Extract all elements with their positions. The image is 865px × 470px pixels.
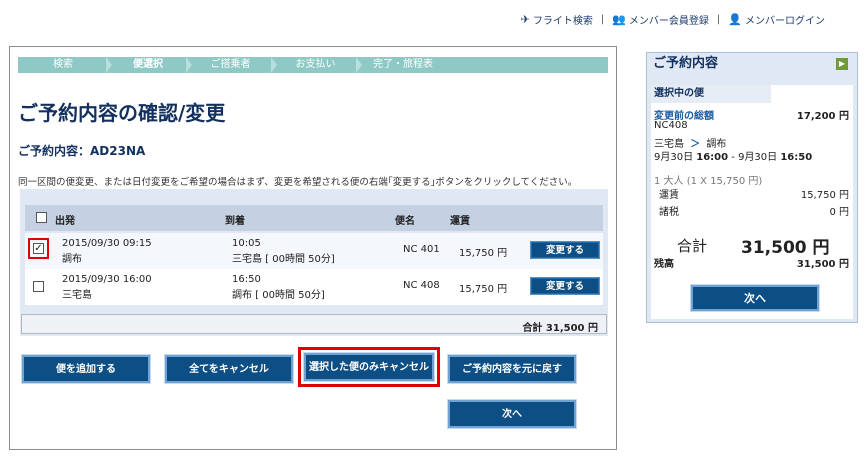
side-next-button[interactable]: 次へ bbox=[691, 285, 819, 311]
arrival-place: 三宅島 [ 00時間 50分] bbox=[232, 254, 335, 265]
arrival-time: 10:05 bbox=[232, 238, 261, 249]
flight-times: 9月30日 16:00 - 9月30日 16:50 bbox=[654, 152, 813, 163]
top-links: ✈ フライト検索 | 👥 メンバー会員登録 | 👤 メンバーログイン bbox=[520, 12, 825, 27]
flight-number: NC 408 bbox=[403, 280, 440, 291]
header-departure: 出発 bbox=[55, 216, 75, 227]
arrow-right-icon[interactable]: ▶ bbox=[836, 58, 848, 70]
departure-time: 2015/09/30 09:15 bbox=[62, 238, 152, 249]
member-login-link[interactable]: 👤 メンバーログイン bbox=[728, 12, 825, 27]
step-payment: お支払い bbox=[273, 57, 362, 73]
row-checkbox[interactable]: ✓ bbox=[33, 243, 44, 254]
balance-value: 31,500 円 bbox=[796, 259, 849, 270]
flight-number: NC 401 bbox=[403, 244, 440, 255]
departure-place: 三宅島 bbox=[62, 290, 92, 301]
header-flight: 便名 bbox=[395, 216, 415, 227]
before-total-value: 17,200 円 bbox=[796, 111, 849, 122]
tax-label: 諸税 bbox=[659, 207, 679, 218]
fare-amount: 15,750 円 bbox=[459, 248, 508, 259]
reservation-summary-panel: ご予約内容 ▶ 選択中の便 変更前の総額 17,200 円 NC408 三宅島 … bbox=[646, 52, 858, 323]
step-passengers: ご搭乗者 bbox=[188, 57, 277, 73]
add-flight-button[interactable]: 便を追加する bbox=[22, 355, 150, 383]
step-search: 検索 bbox=[18, 57, 112, 73]
table-header: 出発 到着 便名 運賃 bbox=[25, 205, 603, 231]
step-flight-select: 便選択 bbox=[108, 57, 192, 73]
cancel-selected-button[interactable]: 選択した便のみキャンセル bbox=[304, 353, 434, 381]
arrival-time: 16:50 bbox=[232, 274, 261, 285]
main-panel: 検索 便選択 ご搭乗者 お支払い 完了・旅程表 ご予約内容の確認/変更 ご予約内… bbox=[9, 46, 617, 450]
selected-flight-title: 選択中の便 bbox=[651, 85, 771, 103]
next-button[interactable]: 次へ bbox=[448, 400, 576, 428]
page-title: ご予約内容の確認/変更 bbox=[18, 101, 226, 125]
airplane-icon: ✈ bbox=[520, 13, 530, 26]
arrival-place: 調布 [ 00時間 50分] bbox=[232, 290, 325, 301]
summary-header: ご予約内容 bbox=[653, 56, 719, 71]
table-total: 合計 31,500 円 bbox=[21, 314, 607, 334]
header-arrival: 到着 bbox=[225, 216, 245, 227]
flight-search-link[interactable]: ✈ フライト検索 bbox=[521, 12, 593, 27]
passenger-count: 1 大人 (1 X 15,750 円) bbox=[654, 176, 763, 187]
select-all-checkbox[interactable] bbox=[36, 212, 47, 223]
restore-reservation-button[interactable]: ご予約内容を元に戻す bbox=[448, 355, 576, 383]
fare-label: 運賃 bbox=[659, 190, 679, 201]
member-register-icon: 👥 bbox=[612, 13, 626, 26]
table-row: ✓ 2015/09/30 09:15 調布 10:05 三宅島 [ 00時間 5… bbox=[25, 233, 603, 269]
summary-body: 選択中の便 変更前の総額 17,200 円 NC408 三宅島 ＞ 調布 9月3… bbox=[651, 85, 853, 319]
balance-label: 残高 bbox=[654, 259, 674, 270]
header-fare: 運賃 bbox=[450, 216, 470, 227]
departure-place: 調布 bbox=[62, 254, 82, 265]
change-button[interactable]: 変更する bbox=[530, 241, 600, 259]
tax-value: 0 円 bbox=[829, 207, 849, 218]
table-row: 2015/09/30 16:00 三宅島 16:50 調布 [ 00時間 50分… bbox=[25, 269, 603, 305]
cancel-all-button[interactable]: 全てをキャンセル bbox=[165, 355, 293, 383]
row-checkbox[interactable] bbox=[33, 281, 44, 292]
total-label: 合計 bbox=[677, 237, 708, 255]
member-register-link[interactable]: 👥 メンバー会員登録 bbox=[612, 12, 709, 27]
instruction-note: 同一区間の便変更、または日付変更をご希望の場合はまず、変更を希望される便の右端｢… bbox=[18, 177, 578, 188]
fare-value: 15,750 円 bbox=[800, 190, 849, 201]
change-button[interactable]: 変更する bbox=[530, 277, 600, 295]
flight-no: NC408 bbox=[654, 120, 688, 131]
step-complete: 完了・旅程表 bbox=[373, 59, 433, 70]
departure-time: 2015/09/30 16:00 bbox=[62, 274, 152, 285]
reservation-code: ご予約内容：AD23NA bbox=[18, 144, 146, 158]
user-icon: 👤 bbox=[728, 13, 742, 26]
fare-amount: 15,750 円 bbox=[459, 284, 508, 295]
flight-table: 出発 到着 便名 運賃 ✓ 2015/09/30 09:15 調布 10:05 … bbox=[20, 189, 608, 336]
progress-steps: 検索 便選択 ご搭乗者 お支払い 完了・旅程表 bbox=[18, 57, 608, 73]
